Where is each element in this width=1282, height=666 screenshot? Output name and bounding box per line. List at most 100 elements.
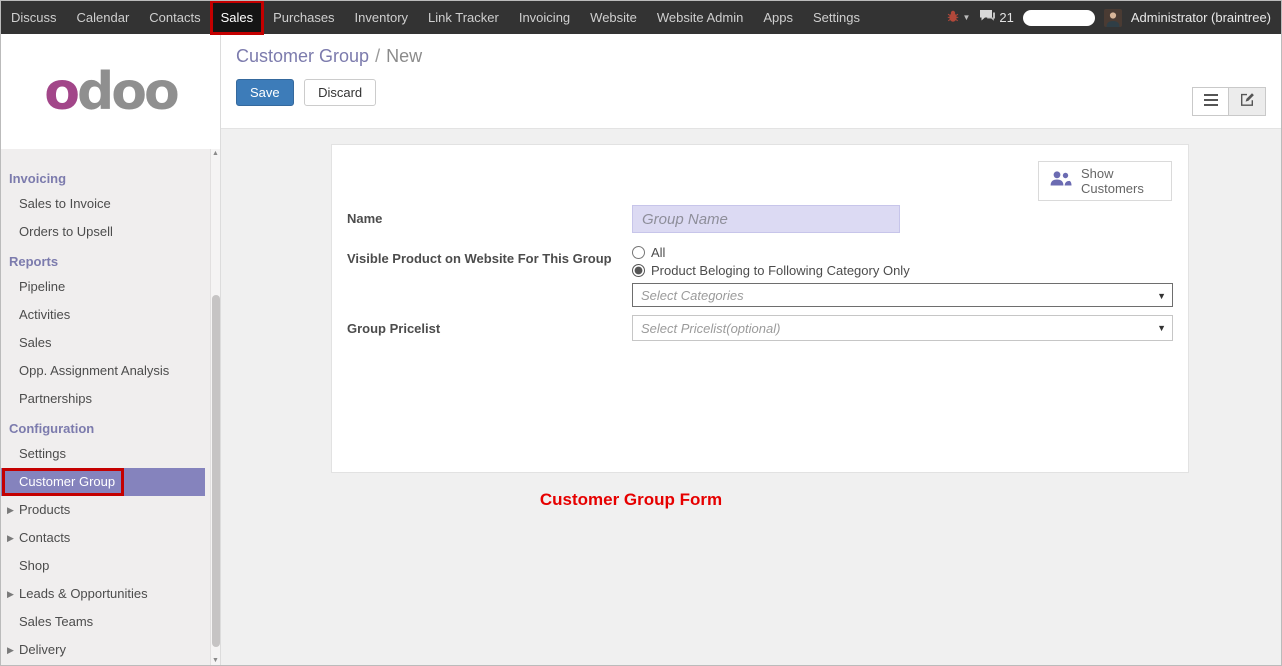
chevron-right-icon: ▶ [7, 636, 14, 664]
sidebar-item-shop[interactable]: Shop [1, 552, 220, 580]
sidebar-item-label: Leads & Opportunities [19, 586, 148, 601]
form-buttons: Save Discard [236, 79, 1266, 106]
form-fields: Name Visible Product on Website For This… [347, 205, 1173, 341]
radio-category-only[interactable] [632, 264, 645, 277]
visible-product-field-label: Visible Product on Website For This Grou… [347, 245, 632, 307]
sidebar-item-delivery[interactable]: ▶ Delivery [1, 636, 220, 664]
breadcrumb: Customer Group / New [236, 46, 1266, 67]
scroll-down-icon[interactable]: ▼ [211, 657, 220, 664]
debug-menu-button[interactable]: ▼ [947, 10, 970, 25]
chat-bubble-icon [979, 9, 996, 26]
radio-category-only-label[interactable]: Product Beloging to Following Category O… [651, 263, 910, 278]
message-count: 21 [999, 10, 1013, 25]
radio-all[interactable] [632, 246, 645, 259]
status-pill [1023, 10, 1095, 26]
sidebar-item-leads-opportunities[interactable]: ▶ Leads & Opportunities [1, 580, 220, 608]
topbar-right: ▼ 21 Administrator (braintree) [947, 1, 1281, 34]
top-navbar: Discuss Calendar Contacts Sales Purchase… [1, 1, 1281, 34]
name-field-label: Name [347, 205, 632, 233]
control-panel: Customer Group / New Save Discard [221, 34, 1281, 129]
annotation-caption: Customer Group Form [331, 490, 931, 510]
scroll-up-icon[interactable]: ▲ [211, 150, 220, 157]
form-card: Show Customers Name Visible Product on W… [331, 144, 1189, 473]
sidebar-item-opp-assignment-analysis[interactable]: Opp. Assignment Analysis [1, 357, 220, 385]
avatar[interactable] [1104, 9, 1122, 27]
sidebar: odoo Invoicing Sales to Invoice Orders t… [1, 34, 221, 665]
sidebar-item-activities[interactable]: Activities [1, 301, 220, 329]
pricelist-select[interactable]: Select Pricelist(optional) ▼ [632, 315, 1173, 341]
bug-icon [947, 10, 959, 25]
form-view-button[interactable] [1229, 87, 1266, 116]
save-button[interactable]: Save [236, 79, 294, 106]
menu-website[interactable]: Website [580, 1, 647, 34]
list-icon [1204, 93, 1218, 111]
edit-form-icon [1240, 92, 1255, 112]
customers-icon [1048, 170, 1072, 192]
menu-purchases[interactable]: Purchases [263, 1, 344, 34]
app-window: Discuss Calendar Contacts Sales Purchase… [0, 0, 1282, 666]
section-title-invoicing: Invoicing [1, 166, 220, 190]
field-row-name: Name [347, 205, 1173, 233]
sidebar-item-products[interactable]: ▶ Products [1, 496, 220, 524]
sidebar-item-sales[interactable]: Sales [1, 329, 220, 357]
sidebar-scrollbar[interactable]: ▲ ▼ [210, 149, 220, 665]
menu-link-tracker[interactable]: Link Tracker [418, 1, 509, 34]
field-row-pricelist: Group Pricelist Select Pricelist(optiona… [347, 315, 1173, 341]
radio-option-all: All [632, 245, 1173, 260]
chevron-right-icon: ▶ [7, 496, 14, 524]
sidebar-item-customer-group[interactable]: Customer Group [1, 468, 205, 496]
main-content: Customer Group / New Save Discard [221, 34, 1281, 665]
app-menu: Discuss Calendar Contacts Sales Purchase… [1, 1, 870, 34]
menu-discuss[interactable]: Discuss [1, 1, 67, 34]
menu-contacts[interactable]: Contacts [139, 1, 210, 34]
show-customers-label: Show Customers [1081, 166, 1162, 196]
menu-calendar[interactable]: Calendar [67, 1, 140, 34]
sidebar-item-settings[interactable]: Settings [1, 440, 220, 468]
section-title-reports: Reports [1, 249, 220, 273]
sidebar-item-partnerships[interactable]: Partnerships [1, 385, 220, 413]
sidebar-item-label: Delivery [19, 642, 66, 657]
view-switcher [1192, 87, 1266, 116]
show-customers-button[interactable]: Show Customers [1038, 161, 1172, 201]
chevron-right-icon: ▶ [7, 580, 14, 608]
dropdown-caret-icon: ▼ [1157, 323, 1166, 333]
sidebar-item-orders-to-upsell[interactable]: Orders to Upsell [1, 218, 220, 246]
categories-select[interactable]: Select Categories ▼ [632, 283, 1173, 307]
sidebar-item-label: Products [19, 502, 70, 517]
scrollbar-thumb[interactable] [212, 295, 220, 647]
menu-settings[interactable]: Settings [803, 1, 870, 34]
chevron-right-icon: ▶ [7, 524, 14, 552]
menu-website-admin[interactable]: Website Admin [647, 1, 753, 34]
breadcrumb-parent-link[interactable]: Customer Group [236, 46, 369, 66]
radio-all-label[interactable]: All [651, 245, 665, 260]
secondary-menu: Invoicing Sales to Invoice Orders to Ups… [1, 149, 220, 664]
list-view-button[interactable] [1192, 87, 1229, 116]
odoo-logo[interactable]: odoo [44, 62, 176, 122]
user-menu[interactable]: Administrator (braintree) [1131, 10, 1271, 25]
menu-apps[interactable]: Apps [753, 1, 803, 34]
logo-area: odoo [1, 34, 220, 149]
breadcrumb-separator: / [375, 46, 380, 66]
chevron-down-icon: ▼ [962, 13, 970, 22]
pricelist-field-label: Group Pricelist [347, 315, 632, 341]
sidebar-item-label: Contacts [19, 530, 70, 545]
sidebar-item-label: Customer Group [19, 474, 115, 489]
section-title-configuration: Configuration [1, 416, 220, 440]
sidebar-item-sales-teams[interactable]: Sales Teams [1, 608, 220, 636]
discard-button[interactable]: Discard [304, 79, 376, 106]
sidebar-item-sales-to-invoice[interactable]: Sales to Invoice [1, 190, 220, 218]
dropdown-caret-icon: ▼ [1157, 291, 1166, 301]
sidebar-item-contacts[interactable]: ▶ Contacts [1, 524, 220, 552]
pricelist-select-placeholder: Select Pricelist(optional) [641, 321, 780, 336]
field-row-visible-product: Visible Product on Website For This Grou… [347, 245, 1173, 307]
categories-select-placeholder: Select Categories [641, 288, 744, 303]
form-view: Show Customers Name Visible Product on W… [221, 129, 1281, 510]
radio-option-category: Product Beloging to Following Category O… [632, 263, 1173, 278]
group-name-input[interactable] [632, 205, 900, 233]
menu-invoicing[interactable]: Invoicing [509, 1, 580, 34]
menu-sales[interactable]: Sales [211, 1, 264, 34]
sidebar-item-pipeline[interactable]: Pipeline [1, 273, 220, 301]
menu-inventory[interactable]: Inventory [345, 1, 418, 34]
breadcrumb-current: New [386, 46, 422, 66]
messages-button[interactable]: 21 [979, 9, 1013, 26]
